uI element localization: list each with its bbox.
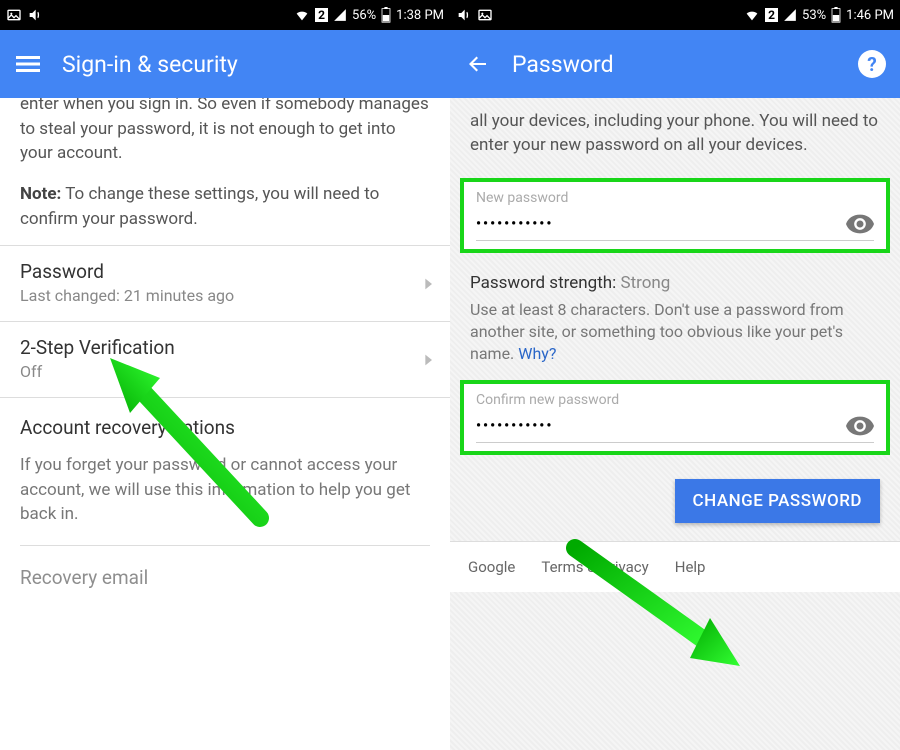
row-title: Password <box>20 260 430 283</box>
section-recovery-title: Account recovery options <box>0 397 450 445</box>
hamburger-icon[interactable] <box>14 50 42 78</box>
row-two-step[interactable]: 2-Step Verification Off <box>0 321 450 397</box>
clock: 1:38 PM <box>396 8 444 23</box>
help-icon[interactable]: ? <box>858 50 886 78</box>
sim-indicator: 2 <box>315 8 328 22</box>
wifi-icon <box>744 7 760 23</box>
app-bar: Sign-in & security <box>0 30 450 98</box>
footer-link-terms[interactable]: Terms & Privacy <box>541 558 648 576</box>
intro-text: all your devices, including your phone. … <box>450 98 900 174</box>
app-bar: Password ? <box>450 30 900 98</box>
change-password-button[interactable]: CHANGE PASSWORD <box>675 479 880 523</box>
footer-link-google[interactable]: Google <box>468 558 515 576</box>
field-label: New password <box>476 190 874 206</box>
eye-icon[interactable] <box>846 416 874 436</box>
sim-indicator: 2 <box>765 8 778 22</box>
why-link[interactable]: Why? <box>518 344 556 363</box>
phone-left: 2 56% 1:38 PM Sign-in & security single … <box>0 0 450 750</box>
password-value: ••••••••••• <box>476 418 553 434</box>
battery-icon <box>831 7 841 23</box>
page-title: Sign-in & security <box>62 51 238 78</box>
battery-percent: 53% <box>802 8 826 23</box>
phone-right: 2 53% 1:46 PM Password ? all your device… <box>450 0 900 750</box>
intro-text: enter when you sign in. So even if someb… <box>20 98 430 166</box>
divider <box>20 545 430 546</box>
field-label: Confirm new password <box>476 392 874 408</box>
signal-icon <box>333 8 347 22</box>
chevron-right-icon <box>420 271 436 297</box>
content: all your devices, including your phone. … <box>450 98 900 750</box>
signal-icon <box>783 8 797 22</box>
hint-text: Use at least 8 characters. Don't use a p… <box>450 297 900 376</box>
battery-icon <box>381 7 391 23</box>
footer-link-help[interactable]: Help <box>675 558 706 576</box>
clock: 1:46 PM <box>846 8 894 23</box>
row-subtitle: Last changed: 21 minutes ago <box>20 286 430 305</box>
picture-icon <box>477 7 493 23</box>
new-password-field[interactable]: New password ••••••••••• <box>460 178 890 253</box>
back-icon[interactable] <box>464 50 492 78</box>
footer: Google Terms & Privacy Help <box>450 541 900 592</box>
row-password[interactable]: Password Last changed: 21 minutes ago <box>0 245 450 321</box>
volume-icon <box>456 7 472 23</box>
note-text: Note: To change these settings, you will… <box>20 182 430 231</box>
content: single use code to your phone for you to… <box>0 98 450 750</box>
picture-icon <box>6 7 22 23</box>
status-bar: 2 56% 1:38 PM <box>0 0 450 30</box>
row-subtitle: Off <box>20 362 430 381</box>
chevron-right-icon <box>420 347 436 373</box>
eye-icon[interactable] <box>846 214 874 234</box>
status-bar: 2 53% 1:46 PM <box>450 0 900 30</box>
row-title: 2-Step Verification <box>20 336 430 359</box>
password-value: ••••••••••• <box>476 216 553 232</box>
row-recovery-email[interactable]: Recovery email <box>0 552 450 589</box>
volume-icon <box>27 7 43 23</box>
battery-percent: 56% <box>352 8 376 23</box>
section-recovery-text: If you forget your password or cannot ac… <box>0 445 450 545</box>
password-strength: Password strength: Strong <box>450 263 900 297</box>
page-title: Password <box>512 51 614 78</box>
wifi-icon <box>294 7 310 23</box>
confirm-password-field[interactable]: Confirm new password ••••••••••• <box>460 380 890 455</box>
